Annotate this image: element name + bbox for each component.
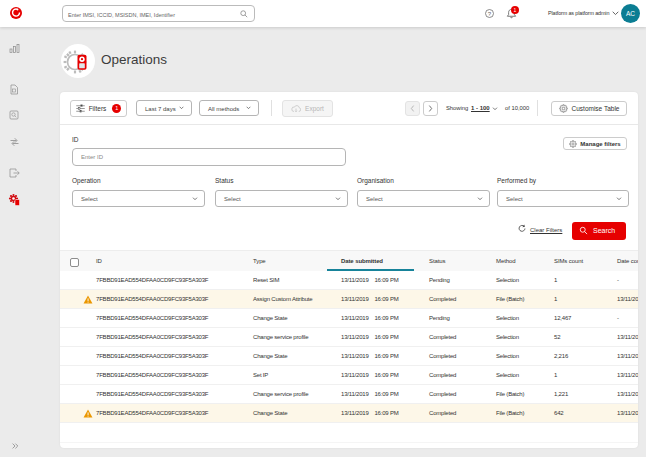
- svg-text:?: ?: [488, 11, 492, 17]
